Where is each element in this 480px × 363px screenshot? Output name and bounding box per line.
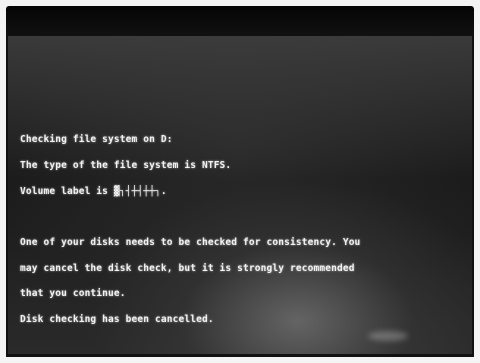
console-line-consistency-1: One of your disks needs to be checked fo… — [20, 236, 361, 248]
console-line-checking: Checking file system on D: — [20, 134, 173, 146]
monitor-screen: Checking file system on D: The type of t… — [6, 36, 474, 357]
monitor-bezel — [6, 6, 474, 36]
console-line-filesystem-type: The type of the file system is NTFS. — [20, 159, 232, 171]
photo-frame: Checking file system on D: The type of t… — [0, 0, 480, 363]
console-line-volume-label: Volume label is ▓┐┤┼┤┼┼┐. — [20, 185, 167, 197]
console-line-cancelled: Disk checking has been cancelled. — [20, 314, 214, 326]
console-line-consistency-3: that you continue. — [20, 288, 126, 300]
chkdsk-console: Checking file system on D: The type of t… — [20, 119, 460, 342]
console-line-consistency-2: may cancel the disk check, but it is str… — [20, 262, 355, 274]
